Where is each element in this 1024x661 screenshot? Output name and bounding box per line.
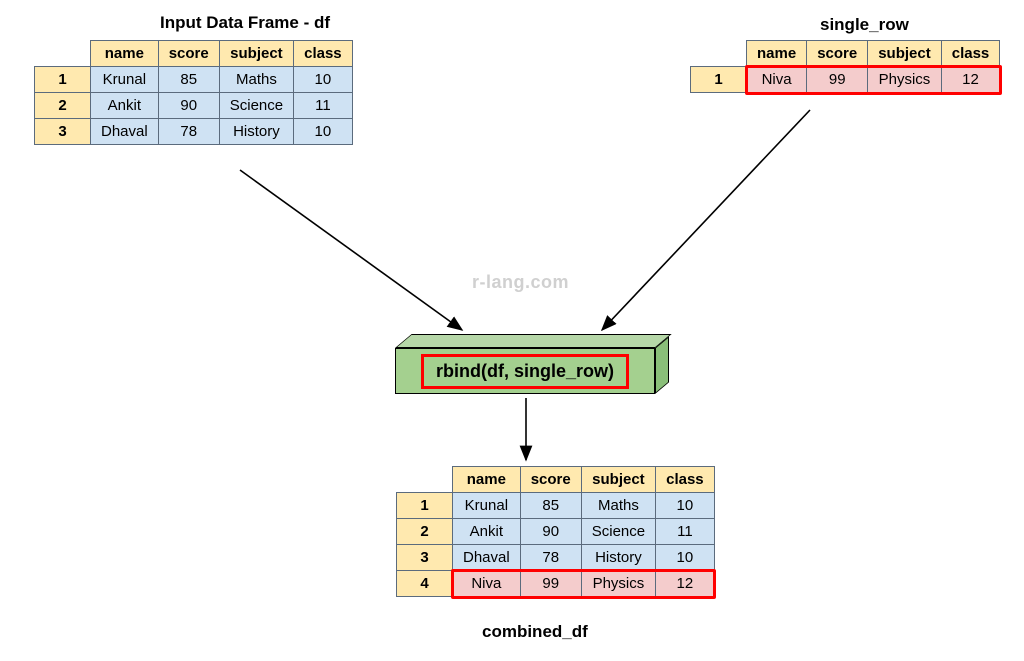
cell-subject: Physics [868, 67, 942, 93]
block-top-face [395, 334, 672, 348]
row-index: 1 [35, 67, 91, 93]
cell-name: Niva [747, 67, 807, 93]
cell-score: 78 [158, 119, 219, 145]
cell-class: 11 [656, 519, 715, 545]
cell-score: 90 [158, 93, 219, 119]
rbind-code-label: rbind(df, single_row) [421, 354, 629, 389]
row-index: 2 [397, 519, 453, 545]
cell-name: Ankit [91, 93, 159, 119]
row-index: 1 [397, 493, 453, 519]
row-index: 2 [35, 93, 91, 119]
cell-name: Krunal [91, 67, 159, 93]
table-row: 2Ankit90Science11 [397, 519, 715, 545]
cell-name: Krunal [453, 493, 521, 519]
cell-subject: History [219, 119, 293, 145]
cell-name: Dhaval [453, 545, 521, 571]
row-index: 4 [397, 571, 453, 597]
row-index: 3 [397, 545, 453, 571]
col-header: class [294, 41, 353, 67]
cell-name: Niva [453, 571, 521, 597]
arrow-single-to-rbind [602, 110, 810, 330]
cell-subject: Maths [581, 493, 655, 519]
table-single-row: name score subject class 1Niva99Physics1… [690, 40, 1000, 93]
cell-class: 10 [656, 493, 715, 519]
cell-subject: Science [219, 93, 293, 119]
block-side-face [655, 336, 669, 394]
title-single-row: single_row [820, 15, 909, 35]
cell-class: 12 [656, 571, 715, 597]
cell-name: Dhaval [91, 119, 159, 145]
row-index: 1 [691, 67, 747, 93]
title-combined-df: combined_df [482, 622, 588, 642]
corner-cell [35, 41, 91, 67]
rbind-operation-block: rbind(df, single_row) [395, 348, 655, 394]
watermark: r-lang.com [472, 272, 569, 293]
cell-class: 10 [294, 119, 353, 145]
col-header: subject [868, 41, 942, 67]
table-row: 3Dhaval78History10 [397, 545, 715, 571]
table-input-df: name score subject class 1Krunal85Maths1… [34, 40, 353, 145]
cell-score: 99 [807, 67, 868, 93]
cell-subject: History [581, 545, 655, 571]
table-row: 4Niva99Physics12 [397, 571, 715, 597]
cell-class: 12 [941, 67, 1000, 93]
cell-score: 85 [520, 493, 581, 519]
corner-cell [691, 41, 747, 67]
col-header: name [747, 41, 807, 67]
arrow-df-to-rbind [240, 170, 462, 330]
col-header: subject [581, 467, 655, 493]
col-header: name [453, 467, 521, 493]
title-input-df: Input Data Frame - df [160, 13, 330, 33]
cell-score: 85 [158, 67, 219, 93]
table-row: 1Krunal85Maths10 [35, 67, 353, 93]
row-index: 3 [35, 119, 91, 145]
cell-subject: Physics [581, 571, 655, 597]
table-row: 3Dhaval78History10 [35, 119, 353, 145]
cell-subject: Maths [219, 67, 293, 93]
cell-class: 10 [294, 67, 353, 93]
col-header: subject [219, 41, 293, 67]
cell-score: 78 [520, 545, 581, 571]
cell-subject: Science [581, 519, 655, 545]
col-header: score [807, 41, 868, 67]
cell-class: 10 [656, 545, 715, 571]
cell-class: 11 [294, 93, 353, 119]
cell-name: Ankit [453, 519, 521, 545]
table-row: 1Krunal85Maths10 [397, 493, 715, 519]
cell-score: 90 [520, 519, 581, 545]
col-header: class [656, 467, 715, 493]
block-front-face: rbind(df, single_row) [395, 348, 655, 394]
col-header: score [520, 467, 581, 493]
corner-cell [397, 467, 453, 493]
col-header: name [91, 41, 159, 67]
col-header: class [941, 41, 1000, 67]
cell-score: 99 [520, 571, 581, 597]
table-combined-df: name score subject class 1Krunal85Maths1… [396, 466, 715, 597]
table-row: 1Niva99Physics12 [691, 67, 1000, 93]
col-header: score [158, 41, 219, 67]
table-row: 2Ankit90Science11 [35, 93, 353, 119]
